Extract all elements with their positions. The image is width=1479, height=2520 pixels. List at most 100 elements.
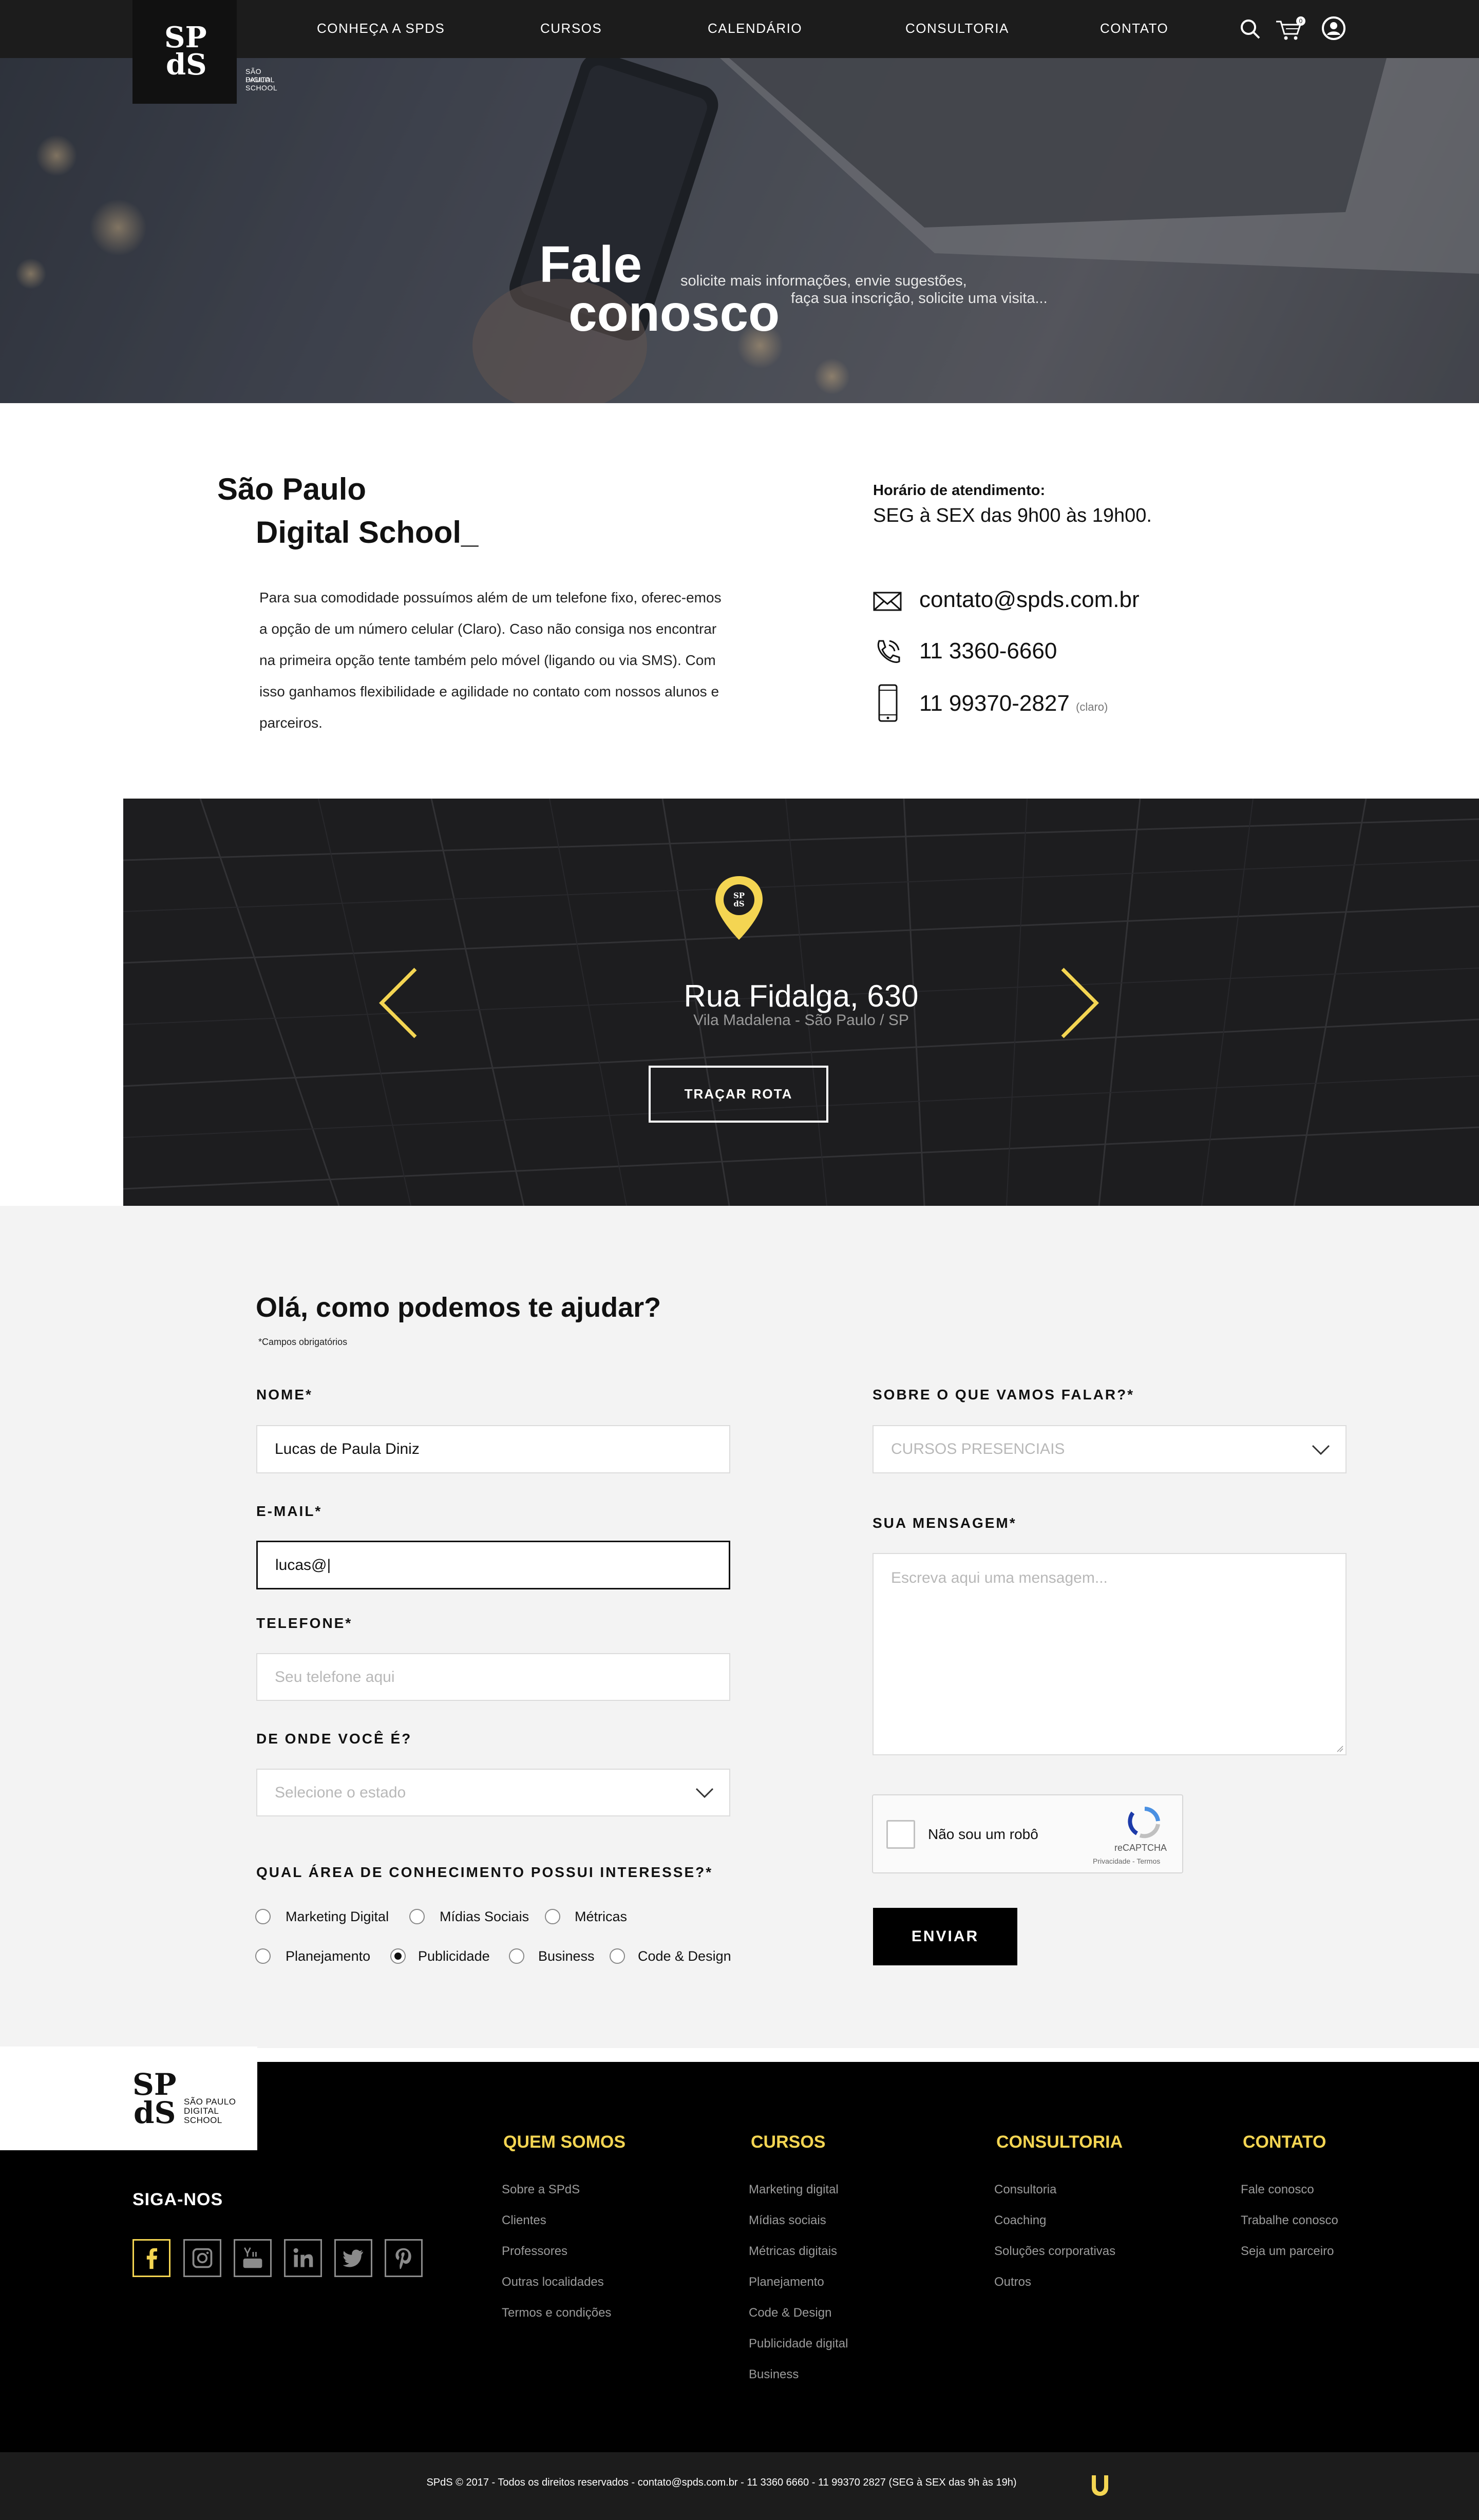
footer-link-midias-sociais[interactable]: Mídias sociais bbox=[749, 2213, 826, 2228]
chevron-down-icon bbox=[695, 1788, 714, 1798]
footer-logo-mark-bottom: dS bbox=[134, 2095, 176, 2130]
linkedin-icon[interactable] bbox=[284, 2239, 322, 2277]
pinterest-icon[interactable] bbox=[385, 2239, 423, 2277]
phone-label: TELEFONE* bbox=[256, 1615, 353, 1631]
phone-field-placeholder: Seu telefone aqui bbox=[275, 1668, 395, 1685]
footer-link-code-design[interactable]: Code & Design bbox=[749, 2306, 831, 2320]
about-title-line-1: São Paulo bbox=[217, 472, 367, 506]
nav-item-calendario[interactable]: CALENDÁRIO bbox=[708, 21, 802, 36]
twitter-icon[interactable] bbox=[334, 2239, 372, 2277]
radio-midias-sociais-label: Mídias Sociais bbox=[440, 1909, 529, 1924]
radio-metricas-label: Métricas bbox=[575, 1909, 628, 1924]
hours-value: SEG à SEX das 9h00 às 19h00. bbox=[873, 505, 1152, 526]
nav-item-cursos[interactable]: CURSOS bbox=[540, 21, 602, 36]
logo-sub-3: SCHOOL bbox=[245, 84, 278, 92]
message-textarea[interactable]: Escreva aqui uma mensagem... bbox=[873, 1553, 1347, 1755]
radio-metricas[interactable] bbox=[545, 1909, 560, 1924]
facebook-icon[interactable] bbox=[132, 2239, 170, 2277]
follow-us-heading: SIGA-NOS bbox=[132, 2190, 223, 2209]
footer-link-professores[interactable]: Professores bbox=[502, 2244, 567, 2259]
youtube-icon[interactable] bbox=[234, 2239, 272, 2277]
name-field[interactable]: Lucas de Paula Diniz bbox=[256, 1425, 730, 1473]
footer-col-consultoria-heading[interactable]: CONSULTORIA bbox=[996, 2132, 1123, 2152]
form-required-note: *Campos obrigatórios bbox=[258, 1337, 348, 1347]
state-select-placeholder: Selecione o estado bbox=[275, 1784, 406, 1801]
nav-item-consultoria[interactable]: CONSULTORIA bbox=[905, 21, 1009, 36]
nav-item-conheca[interactable]: CONHEÇA A SPDS bbox=[317, 21, 445, 36]
submit-button[interactable]: ENVIAR bbox=[873, 1908, 1017, 1965]
topic-select-value: CURSOS PRESENCIAIS bbox=[891, 1441, 1065, 1457]
hero-title-line-2: conosco bbox=[568, 285, 780, 342]
name-field-value: Lucas de Paula Diniz bbox=[275, 1441, 420, 1457]
envelope-icon bbox=[873, 592, 902, 611]
contact-mobile-link[interactable]: 11 99370-2827 (claro) bbox=[919, 691, 1108, 716]
radio-publicidade[interactable] bbox=[390, 1948, 406, 1964]
footer-link-marketing-digital[interactable]: Marketing digital bbox=[749, 2183, 839, 2197]
pin-logo-bottom: dS bbox=[733, 899, 744, 908]
email-label: E-MAIL* bbox=[256, 1503, 323, 1519]
radio-code-design-label: Code & Design bbox=[638, 1948, 731, 1964]
logo-mark-bottom: dS bbox=[166, 48, 207, 82]
location-map: SP dS Rua Fidalga, 630 Vila Madalena - S… bbox=[123, 799, 1479, 1206]
footer-link-outras-localidades[interactable]: Outras localidades bbox=[502, 2275, 604, 2289]
cart-icon[interactable]: 0 bbox=[1275, 15, 1306, 41]
user-icon[interactable] bbox=[1321, 15, 1347, 41]
radio-marketing-digital[interactable] bbox=[255, 1909, 271, 1924]
name-label: NOME* bbox=[256, 1387, 313, 1403]
contact-mobile-number: 11 99370-2827 bbox=[919, 691, 1070, 716]
topic-label: SOBRE O QUE VAMOS FALAR?* bbox=[873, 1387, 1135, 1403]
footer-link-planejamento[interactable]: Planejamento bbox=[749, 2275, 824, 2289]
message-label: SUA MENSAGEM* bbox=[873, 1515, 1017, 1531]
recaptcha-checkbox[interactable] bbox=[886, 1820, 915, 1849]
cart-count: 0 bbox=[1299, 17, 1303, 25]
footer-link-sobre[interactable]: Sobre a SPdS bbox=[502, 2183, 580, 2197]
recaptcha-brand: reCAPTCHA bbox=[1114, 1843, 1167, 1853]
footer-col-quem-somos-heading[interactable]: QUEM SOMOS bbox=[503, 2132, 625, 2152]
footer-link-seja-parceiro[interactable]: Seja um parceiro bbox=[1241, 2244, 1334, 2259]
logo-sub-2: DIGITAL bbox=[245, 75, 275, 84]
map-street-address: Rua Fidalga, 630 bbox=[684, 979, 919, 1013]
footer-link-consultoria[interactable]: Consultoria bbox=[994, 2183, 1056, 2197]
radio-midias-sociais[interactable] bbox=[409, 1909, 425, 1924]
nav-item-contato[interactable]: CONTATO bbox=[1100, 21, 1168, 36]
footer-link-outros[interactable]: Outros bbox=[994, 2275, 1031, 2289]
email-field[interactable]: lucas@| bbox=[256, 1541, 730, 1589]
contact-phone-link[interactable]: 11 3360-6660 bbox=[919, 638, 1057, 664]
radio-business[interactable] bbox=[509, 1948, 524, 1964]
footer-link-metricas-digitais[interactable]: Métricas digitais bbox=[749, 2244, 837, 2259]
footer-logo-sub-2: DIGITAL bbox=[184, 2106, 219, 2116]
hero-subtitle-line-2: faça sua inscrição, solicite uma visita.… bbox=[791, 290, 1048, 307]
topic-select[interactable]: CURSOS PRESENCIAIS bbox=[873, 1425, 1347, 1473]
footer-link-clientes[interactable]: Clientes bbox=[502, 2213, 546, 2228]
phone-field[interactable]: Seu telefone aqui bbox=[256, 1653, 730, 1701]
instagram-icon[interactable] bbox=[183, 2239, 221, 2277]
trace-route-button[interactable]: TRAÇAR ROTA bbox=[649, 1066, 828, 1123]
footer-link-termos[interactable]: Termos e condições bbox=[502, 2306, 611, 2320]
radio-planejamento-label: Planejamento bbox=[286, 1948, 371, 1964]
recaptcha-logo-icon bbox=[1128, 1807, 1160, 1839]
contact-email-link[interactable]: contato@spds.com.br bbox=[919, 587, 1140, 613]
resize-handle-icon[interactable] bbox=[1335, 1744, 1343, 1752]
radio-planejamento[interactable] bbox=[255, 1948, 271, 1964]
about-title-line-2: Digital School_ bbox=[256, 515, 479, 550]
state-select[interactable]: Selecione o estado bbox=[256, 1769, 730, 1816]
footer-col-contato-heading[interactable]: CONTATO bbox=[1243, 2132, 1326, 2152]
search-icon[interactable] bbox=[1238, 15, 1263, 41]
contact-mobile-note: (claro) bbox=[1076, 700, 1108, 713]
footer-logo[interactable]: SP dS SÃO PAULO DIGITAL SCHOOL bbox=[0, 2047, 257, 2150]
footer-link-solucoes-corporativas[interactable]: Soluções corporativas bbox=[994, 2244, 1115, 2259]
hero-subtitle-line-1: solicite mais informações, envie sugestõ… bbox=[680, 273, 967, 289]
agency-logo-icon[interactable] bbox=[1089, 2473, 1111, 2498]
footer-link-publicidade-digital[interactable]: Publicidade digital bbox=[749, 2337, 848, 2351]
site-logo[interactable]: SP dS SÃO PAULO DIGITAL SCHOOL bbox=[132, 0, 277, 104]
footer-link-trabalhe-conosco[interactable]: Trabalhe conosco bbox=[1241, 2213, 1338, 2228]
radio-business-label: Business bbox=[538, 1948, 595, 1964]
footer-link-business[interactable]: Business bbox=[749, 2367, 799, 2382]
recaptcha-terms-link[interactable]: Privacidade - Termos bbox=[1093, 1857, 1160, 1865]
footer-col-cursos-heading[interactable]: CURSOS bbox=[751, 2132, 825, 2152]
radio-code-design[interactable] bbox=[610, 1948, 625, 1964]
chevron-down-icon bbox=[1312, 1445, 1330, 1455]
map-neighborhood: Vila Madalena - São Paulo / SP bbox=[693, 1012, 909, 1029]
footer-link-coaching[interactable]: Coaching bbox=[994, 2213, 1046, 2228]
footer-link-fale-conosco[interactable]: Fale conosco bbox=[1241, 2183, 1314, 2197]
